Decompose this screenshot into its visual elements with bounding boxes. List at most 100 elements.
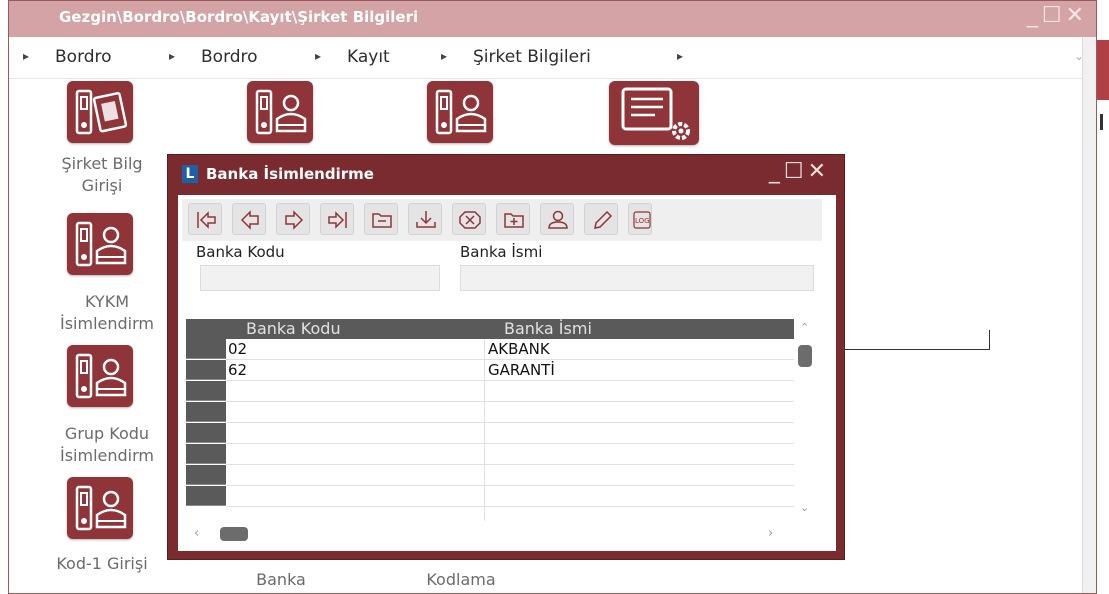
row-selector[interactable] bbox=[186, 381, 226, 401]
breadcrumb-arrow-icon[interactable]: ▸ bbox=[441, 49, 447, 63]
horizontal-scroll-thumb[interactable] bbox=[220, 527, 248, 541]
maximize-icon[interactable]: ☐ bbox=[1042, 3, 1066, 28]
app-logo-icon: L bbox=[182, 165, 198, 183]
user-button[interactable] bbox=[540, 203, 574, 235]
new-record-button[interactable] bbox=[496, 203, 530, 235]
last-record-button[interactable] bbox=[320, 203, 354, 235]
breadcrumb-item-sirket-bilgileri[interactable]: Şirket Bilgileri bbox=[473, 47, 591, 67]
row-selector[interactable] bbox=[186, 444, 226, 464]
dialog-title-bar[interactable]: L Banka İsimlendirme _☐✕ bbox=[168, 155, 844, 193]
binder-card-icon bbox=[75, 89, 128, 135]
bank-grid: Banka Kodu Banka İsmi 02 AKBANK 62 GARAN… bbox=[186, 319, 816, 521]
svg-text:LOG: LOG bbox=[635, 217, 650, 225]
dialog-maximize-icon[interactable]: ☐ bbox=[784, 159, 808, 184]
banka-ismi-input[interactable] bbox=[460, 265, 814, 291]
table-row[interactable] bbox=[226, 444, 794, 465]
breadcrumb-item-bordro[interactable]: Bordro bbox=[55, 47, 112, 67]
next-record-button[interactable] bbox=[276, 203, 310, 235]
breadcrumb-item-bordro-2[interactable]: Bordro bbox=[201, 47, 258, 67]
tile-sirket-bilgileri-girisi[interactable] bbox=[67, 81, 133, 143]
binder-person-icon bbox=[75, 485, 127, 531]
list-icon bbox=[372, 213, 392, 228]
tile-banka-sube-kodlama[interactable] bbox=[427, 81, 493, 143]
log-icon: LOG bbox=[633, 211, 651, 229]
vertical-scroll-thumb[interactable] bbox=[798, 345, 812, 367]
tile-label-kod-1: Kod-1 Girişi bbox=[56, 554, 148, 573]
main-window-title: Gezgin\Bordro\Bordro\Kayıt\Şirket Bilgil… bbox=[59, 8, 419, 26]
dialog-body: LOG Banka Kodu Banka İsmi Banka Kodu Ban… bbox=[178, 195, 836, 551]
main-title-bar[interactable]: Gezgin\Bordro\Bordro\Kayıt\Şirket Bilgil… bbox=[9, 1, 1096, 37]
new-record-icon bbox=[504, 213, 524, 228]
table-row[interactable]: 02 AKBANK bbox=[226, 339, 794, 360]
dialog-title: Banka İsimlendirme bbox=[206, 165, 374, 183]
row-selector[interactable] bbox=[186, 465, 226, 485]
row-selector[interactable] bbox=[186, 360, 226, 380]
row-selector[interactable] bbox=[186, 486, 226, 506]
dialog-minimize-icon[interactable]: _ bbox=[769, 159, 784, 184]
column-header-banka-ismi[interactable]: Banka İsmi bbox=[504, 319, 592, 339]
table-row[interactable] bbox=[226, 381, 794, 402]
grid-horizontal-scrollbar[interactable]: ‹ › bbox=[186, 523, 786, 545]
tile-banka-isimlendirme[interactable] bbox=[247, 81, 313, 143]
dialog-close-icon[interactable]: ✕ bbox=[808, 159, 830, 184]
document-gear-icon bbox=[621, 87, 690, 140]
grid-header: Banka Kodu Banka İsmi bbox=[186, 319, 794, 339]
delete-icon bbox=[459, 211, 481, 229]
column-divider bbox=[484, 339, 485, 521]
row-selector[interactable] bbox=[186, 339, 226, 359]
scroll-up-icon[interactable]: ⌃ bbox=[800, 321, 809, 334]
breadcrumb-item-kayit[interactable]: Kayıt bbox=[347, 47, 390, 67]
scroll-left-icon[interactable]: ‹ bbox=[194, 526, 199, 541]
close-icon[interactable]: ✕ bbox=[1066, 3, 1088, 28]
delete-button[interactable] bbox=[452, 203, 486, 235]
cell-banka-ismi: AKBANK bbox=[488, 340, 550, 358]
main-scrollbar[interactable] bbox=[1082, 37, 1096, 593]
download-button[interactable] bbox=[408, 203, 442, 235]
table-row[interactable] bbox=[226, 423, 794, 444]
table-row[interactable]: 62 GARANTİ bbox=[226, 360, 794, 381]
next-record-icon bbox=[285, 210, 304, 230]
scroll-right-icon[interactable]: › bbox=[768, 526, 773, 541]
last-record-icon bbox=[328, 211, 347, 229]
binder-person-icon bbox=[75, 353, 127, 399]
breadcrumb: ▸ Bordro ▸ Bordro ▸ Kayıt ▸ Şirket Bilgi… bbox=[9, 37, 1096, 79]
breadcrumb-arrow-icon[interactable]: ▸ bbox=[23, 49, 29, 63]
previous-record-button[interactable] bbox=[232, 203, 266, 235]
user-icon bbox=[548, 210, 568, 229]
banka-isimlendirme-dialog: L Banka İsimlendirme _☐✕ LOG Banka Kodu … bbox=[167, 154, 845, 560]
tile-grup-kodu-isimlendirme[interactable] bbox=[67, 345, 133, 407]
banka-kodu-label: Banka Kodu bbox=[196, 243, 285, 261]
first-record-icon bbox=[197, 211, 216, 229]
row-selector[interactable] bbox=[186, 402, 226, 422]
row-selector[interactable] bbox=[186, 423, 226, 443]
tile-label-banka-isimlendirme: Banka bbox=[256, 570, 306, 589]
cell-banka-kodu: 02 bbox=[228, 340, 248, 358]
tile-label-banka-sube-kodlama: Kodlama bbox=[426, 570, 496, 589]
binder-person-icon bbox=[435, 89, 487, 135]
edit-icon bbox=[594, 210, 613, 229]
tile-kod-1-girisi[interactable] bbox=[67, 477, 133, 539]
breadcrumb-arrow-icon[interactable]: ▸ bbox=[169, 49, 175, 63]
banka-kodu-input[interactable] bbox=[200, 265, 440, 291]
first-record-button[interactable] bbox=[188, 203, 222, 235]
list-button[interactable] bbox=[364, 203, 398, 235]
main-window-controls[interactable]: _☐✕ bbox=[1027, 3, 1088, 28]
table-row[interactable] bbox=[226, 486, 794, 507]
log-button[interactable]: LOG bbox=[628, 203, 652, 235]
grid-vertical-scrollbar[interactable]: ⌃ ⌄ bbox=[794, 319, 816, 521]
column-header-banka-kodu[interactable]: Banka Kodu bbox=[246, 319, 341, 339]
table-row[interactable] bbox=[226, 465, 794, 486]
tile-kykm-isimlendirme[interactable] bbox=[67, 213, 133, 275]
cell-banka-kodu: 62 bbox=[228, 361, 248, 379]
breadcrumb-arrow-icon[interactable]: ▸ bbox=[315, 49, 321, 63]
minimize-icon[interactable]: _ bbox=[1027, 3, 1042, 28]
scroll-down-icon[interactable]: ⌄ bbox=[800, 501, 809, 514]
breadcrumb-arrow-icon[interactable]: ▸ bbox=[677, 49, 683, 63]
binder-person-icon bbox=[255, 89, 307, 135]
tile-document-settings[interactable] bbox=[609, 81, 699, 145]
banka-ismi-label: Banka İsmi bbox=[460, 243, 543, 261]
cell-banka-ismi: GARANTİ bbox=[488, 361, 555, 379]
table-row[interactable] bbox=[226, 402, 794, 423]
edit-button[interactable] bbox=[584, 203, 618, 235]
dialog-window-controls[interactable]: _☐✕ bbox=[769, 159, 830, 184]
